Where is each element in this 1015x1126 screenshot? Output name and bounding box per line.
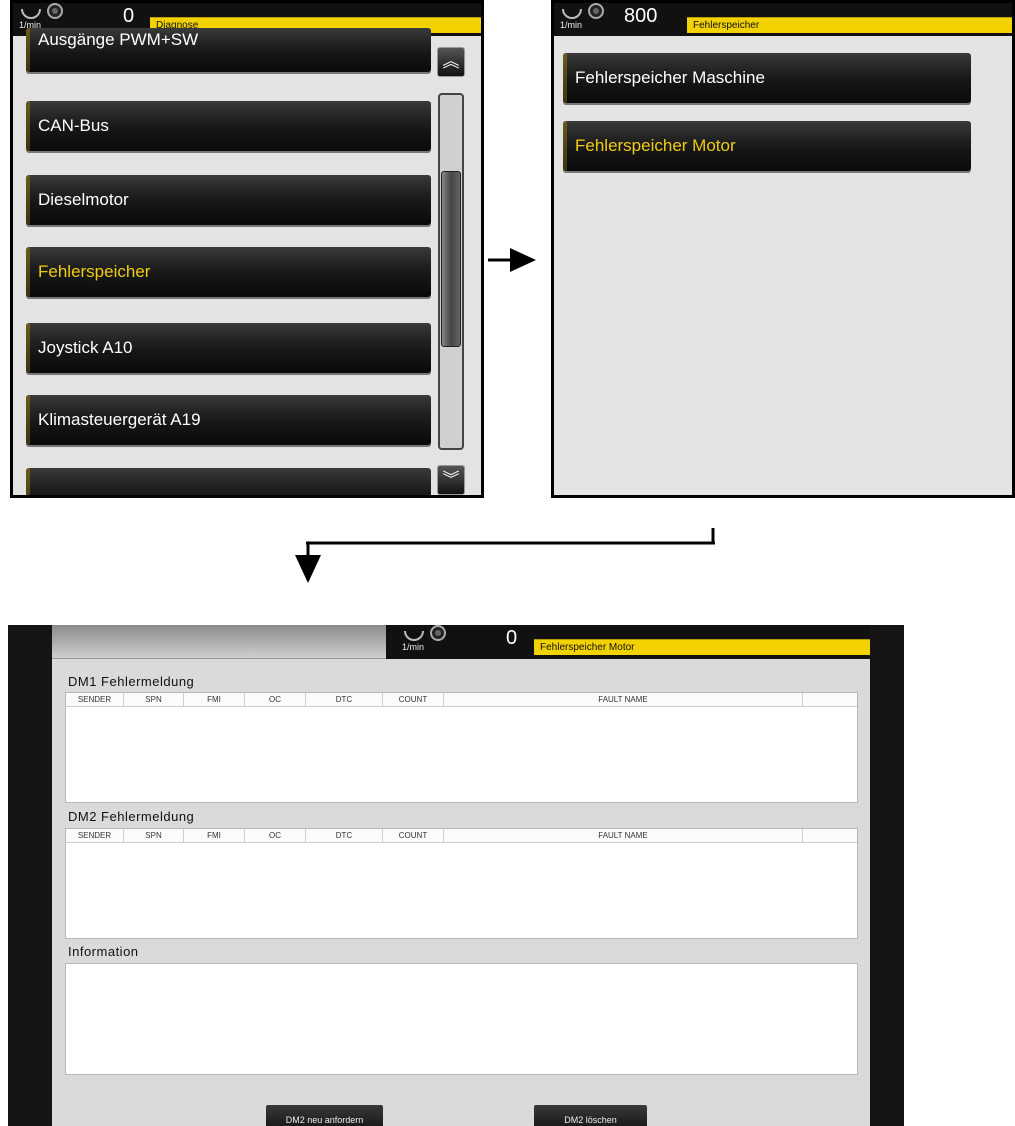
col-sender: SENDER — [66, 693, 124, 706]
information-label: Information — [68, 944, 139, 959]
menu-item-label: Dieselmotor — [38, 190, 129, 209]
double-chevron-up-icon: ︽ — [442, 52, 460, 71]
col-fault-name: FAULT NAME — [444, 693, 803, 706]
arrow-right-icon — [488, 246, 538, 274]
dm2-label: DM2 Fehlermeldung — [68, 809, 195, 824]
status-bar: 1/min 800 Fehlerspeicher — [554, 3, 1012, 36]
rpm-unit: 1/min — [402, 642, 425, 652]
dm2-request-button[interactable]: DM2 neu anfordern — [266, 1105, 383, 1126]
col-fmi: FMI — [184, 829, 245, 842]
menu-item-label: Klimasteuergerät A19 — [38, 410, 201, 429]
dm2-table-header: SENDER SPN FMI OC DTC COUNT FAULT NAME — [66, 829, 857, 843]
col-dtc: DTC — [306, 829, 383, 842]
col-spacer — [803, 829, 857, 842]
screen-title: Fehlerspeicher — [687, 17, 1012, 33]
dm1-table[interactable]: SENDER SPN FMI OC DTC COUNT FAULT NAME — [65, 692, 858, 803]
col-count: COUNT — [383, 829, 444, 842]
col-fmi: FMI — [184, 693, 245, 706]
rpm-unit: 1/min — [560, 20, 583, 30]
rpm-gauge-icon: 1/min — [554, 3, 610, 36]
fehlerspeicher-screen: 1/min 800 Fehlerspeicher Fehlerspeicher … — [551, 0, 1015, 498]
arrow-down-connector-icon — [290, 528, 720, 584]
menu-item-next[interactable] — [26, 468, 431, 495]
rpm-value: 800 — [624, 5, 658, 27]
dm2-delete-button[interactable]: DM2 löschen — [534, 1105, 647, 1126]
dm2-table[interactable]: SENDER SPN FMI OC DTC COUNT FAULT NAME — [65, 828, 858, 939]
dm1-table-header: SENDER SPN FMI OC DTC COUNT FAULT NAME — [66, 693, 857, 707]
information-box — [65, 963, 858, 1075]
rpm-value: 0 — [123, 5, 135, 27]
diagnose-screen: 1/min 0 Diagnose Ausgänge PWM+SW CAN-Bus… — [10, 0, 484, 498]
menu-item-label: Ausgänge PWM+SW — [38, 30, 199, 49]
menu-item-label: Fehlerspeicher — [38, 262, 151, 281]
menu-item-label: Fehlerspeicher Maschine — [575, 68, 765, 87]
menu-item-fehlerspeicher-motor[interactable]: Fehlerspeicher Motor — [563, 121, 971, 171]
col-dtc: DTC — [306, 693, 383, 706]
scrollbar-thumb[interactable] — [441, 171, 461, 347]
scroll-up-button[interactable]: ︽ — [437, 47, 465, 77]
col-spacer — [803, 693, 857, 706]
col-oc: OC — [245, 829, 306, 842]
content-area — [554, 41, 1012, 495]
col-spn: SPN — [124, 829, 184, 842]
previous-header-strip — [52, 625, 387, 659]
menu-item-klimasteuergeraet[interactable]: Klimasteuergerät A19 — [26, 395, 431, 445]
menu-item-label: Joystick A10 — [38, 338, 133, 357]
col-spn: SPN — [124, 693, 184, 706]
menu-item-label: CAN-Bus — [38, 116, 109, 135]
menu-item-fehlerspeicher[interactable]: Fehlerspeicher — [26, 247, 431, 297]
col-sender: SENDER — [66, 829, 124, 842]
scroll-down-button[interactable]: ︾ — [437, 465, 465, 495]
menu-item-joystick[interactable]: Joystick A10 — [26, 323, 431, 373]
status-bar: 1/min 0 Fehlerspeicher Motor — [386, 625, 870, 659]
fehlerspeicher-motor-screen: 1/min 0 Fehlerspeicher Motor DM1 Fehlerm… — [8, 625, 904, 1126]
double-chevron-down-icon: ︾ — [442, 470, 460, 489]
rpm-gauge-icon: 1/min — [396, 625, 452, 658]
menu-item-fehlerspeicher-maschine[interactable]: Fehlerspeicher Maschine — [563, 53, 971, 103]
col-count: COUNT — [383, 693, 444, 706]
menu-item-ausgaenge[interactable]: Ausgänge PWM+SW — [26, 28, 431, 72]
menu-item-label: Fehlerspeicher Motor — [575, 136, 736, 155]
dm1-label: DM1 Fehlermeldung — [68, 674, 195, 689]
col-oc: OC — [245, 693, 306, 706]
scrollbar-track[interactable] — [438, 93, 464, 450]
screen-title: Fehlerspeicher Motor — [534, 639, 870, 655]
menu-item-can-bus[interactable]: CAN-Bus — [26, 101, 431, 151]
menu-item-dieselmotor[interactable]: Dieselmotor — [26, 175, 431, 225]
rpm-value: 0 — [506, 627, 518, 649]
col-fault-name: FAULT NAME — [444, 829, 803, 842]
